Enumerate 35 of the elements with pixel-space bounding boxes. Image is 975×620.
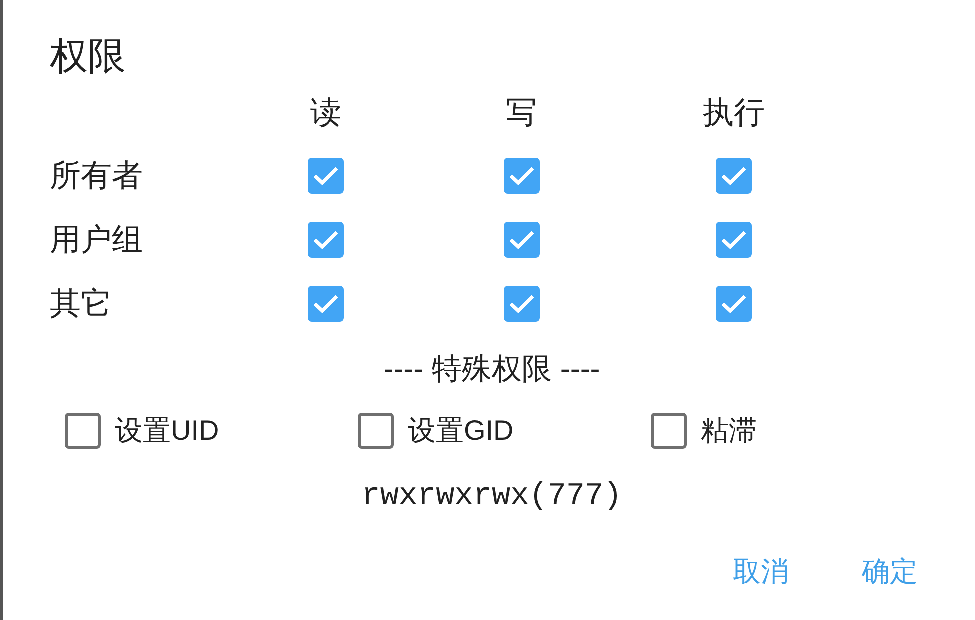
- checkbox[interactable]: [716, 222, 752, 258]
- checkbox-label: 设置GID: [408, 414, 514, 448]
- permission-mode-text: rwxrwxrwx(777): [360, 478, 622, 516]
- check-icon: [721, 294, 747, 314]
- row-label: 所有者: [50, 157, 143, 195]
- checkbox-label: 粘滞: [701, 414, 757, 448]
- checkbox[interactable]: [504, 222, 540, 258]
- column-header: 执行: [703, 94, 765, 132]
- checkbox[interactable]: [504, 286, 540, 322]
- check-icon: [508, 166, 534, 186]
- dialog-button[interactable]: 取消: [725, 550, 797, 594]
- row-label: 其它: [50, 285, 112, 323]
- dialog-button[interactable]: 确定: [854, 550, 926, 594]
- column-header: 读: [310, 94, 342, 132]
- check-icon: [508, 294, 534, 314]
- checkbox[interactable]: [716, 286, 752, 322]
- row-label: 用户组: [50, 221, 143, 259]
- column-header: 写: [506, 94, 537, 132]
- check-icon: [508, 230, 534, 250]
- checkbox[interactable]: [65, 413, 101, 449]
- check-icon: [313, 230, 339, 250]
- check-icon: [313, 166, 339, 186]
- check-icon: [313, 294, 339, 314]
- check-icon: [721, 230, 747, 250]
- checkbox[interactable]: [651, 413, 687, 449]
- checkbox[interactable]: [504, 158, 540, 194]
- checkbox-label: 设置UID: [115, 414, 220, 448]
- checkbox[interactable]: [716, 158, 752, 194]
- checkbox[interactable]: [308, 286, 344, 322]
- check-icon: [721, 166, 747, 186]
- checkbox[interactable]: [308, 222, 344, 258]
- checkbox[interactable]: [358, 413, 394, 449]
- dialog-title: 权限: [50, 35, 126, 79]
- checkbox[interactable]: [308, 158, 344, 194]
- section-heading: ---- 特殊权限 ----: [382, 352, 600, 388]
